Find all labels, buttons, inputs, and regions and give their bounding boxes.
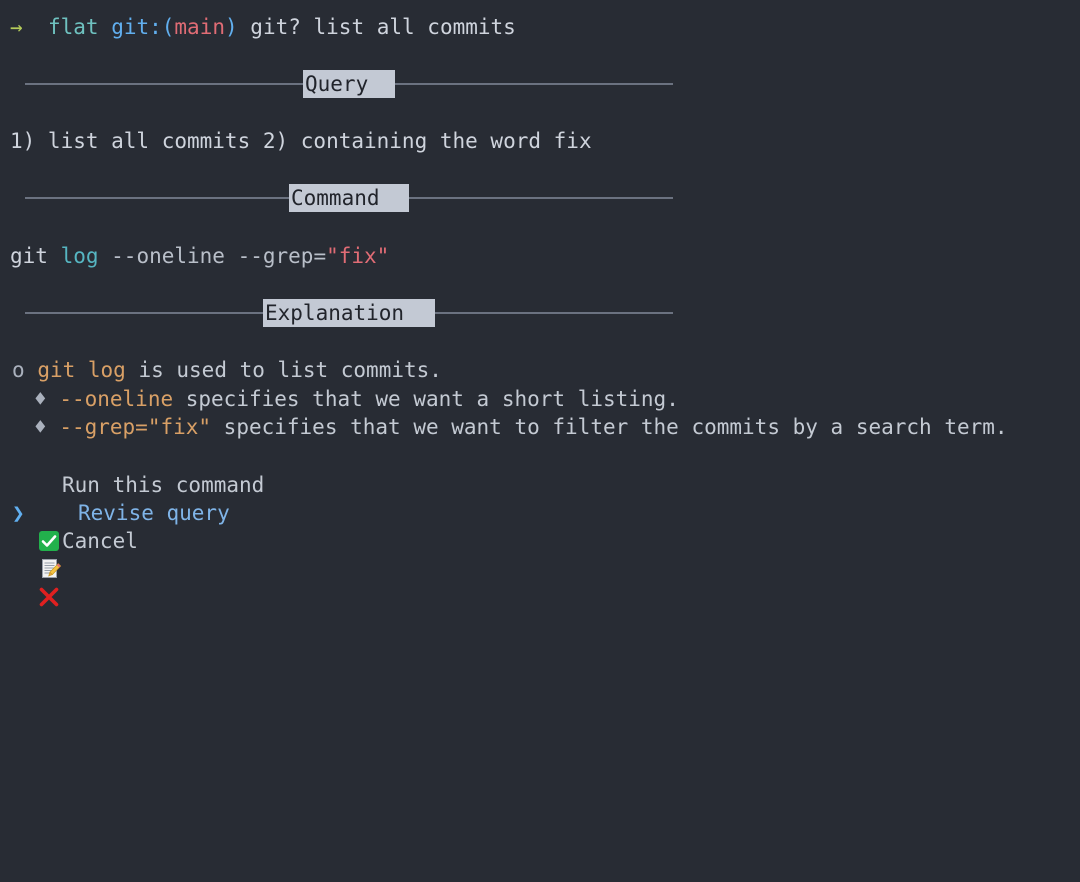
explanation-gap-2 <box>47 387 60 411</box>
explanation-text: specifies that we want a short listing. <box>173 387 679 411</box>
check-mark-button-icon <box>38 471 62 551</box>
query-section-label: Query <box>303 70 395 98</box>
menu-option-label: Run this command <box>62 473 265 497</box>
query-text: 1) list all commits 2) containing the wo… <box>10 129 592 153</box>
prompt-command-text: git? list all commits <box>250 15 516 39</box>
terminal-window: → flat git:(main) git? list all commits … <box>0 0 1080 882</box>
prompt-directory: flat <box>47 15 99 39</box>
command-token-flags: --oneline --grep= <box>98 244 327 268</box>
explanation-code: --oneline <box>59 387 174 411</box>
explanation-text: is used to list commits. <box>125 358 442 382</box>
explanation-text: specifies that we want to filter the com… <box>211 415 1008 439</box>
explanation-item: o git log is used to list commits. <box>12 356 442 384</box>
explanation-gap-1 <box>25 358 38 382</box>
explanation-item: ♦ --oneline specifies that we want a sho… <box>34 385 679 413</box>
explanation-code: --grep="fix" <box>59 415 212 439</box>
explanation-section-divider: Explanation <box>25 299 673 327</box>
explanation-code: git log <box>37 358 126 382</box>
action-menu[interactable]: Run this command ❯ Revise query Cancel <box>0 471 264 607</box>
prompt-arrow-icon: → <box>10 15 23 39</box>
menu-option-label: Cancel <box>62 529 138 553</box>
explanation-item: ♦ --grep="fix" specifies that we want to… <box>34 413 1008 441</box>
command-section-label: Command <box>289 184 409 212</box>
bullet-circle-icon: o <box>12 358 25 382</box>
command-token-string: "fix" <box>326 244 390 268</box>
shell-prompt-line: → flat git:(main) git? list all commits <box>10 12 516 42</box>
command-section-divider: Command <box>25 184 673 212</box>
cross-mark-icon <box>38 527 62 607</box>
selection-cursor-icon: ❯ <box>12 501 25 525</box>
prompt-space-1 <box>23 15 48 39</box>
prompt-space-2 <box>99 15 112 39</box>
menu-option-run-this-command[interactable]: Run this command <box>0 471 264 551</box>
bullet-diamond-icon: ♦ <box>34 415 47 439</box>
menu-option-cancel[interactable]: Cancel <box>0 527 138 607</box>
command-token-git: git <box>10 244 61 268</box>
command-token-log: log <box>60 244 99 268</box>
explanation-gap-3 <box>47 415 60 439</box>
bullet-diamond-icon: ♦ <box>34 387 47 411</box>
menu-option-label: Revise query <box>78 501 230 525</box>
prompt-git-branch: main <box>174 15 225 39</box>
query-section-divider: Query <box>25 70 673 98</box>
menu-option-revise-query[interactable]: ❯ Revise query <box>0 499 230 578</box>
prompt-git-suffix: ) <box>224 15 238 39</box>
prompt-git-prefix: git:( <box>111 15 175 39</box>
explanation-section-label: Explanation <box>263 299 435 327</box>
command-text: git log --oneline --grep="fix" <box>10 242 389 270</box>
prompt-space-3 <box>238 15 251 39</box>
memo-icon <box>40 499 64 578</box>
